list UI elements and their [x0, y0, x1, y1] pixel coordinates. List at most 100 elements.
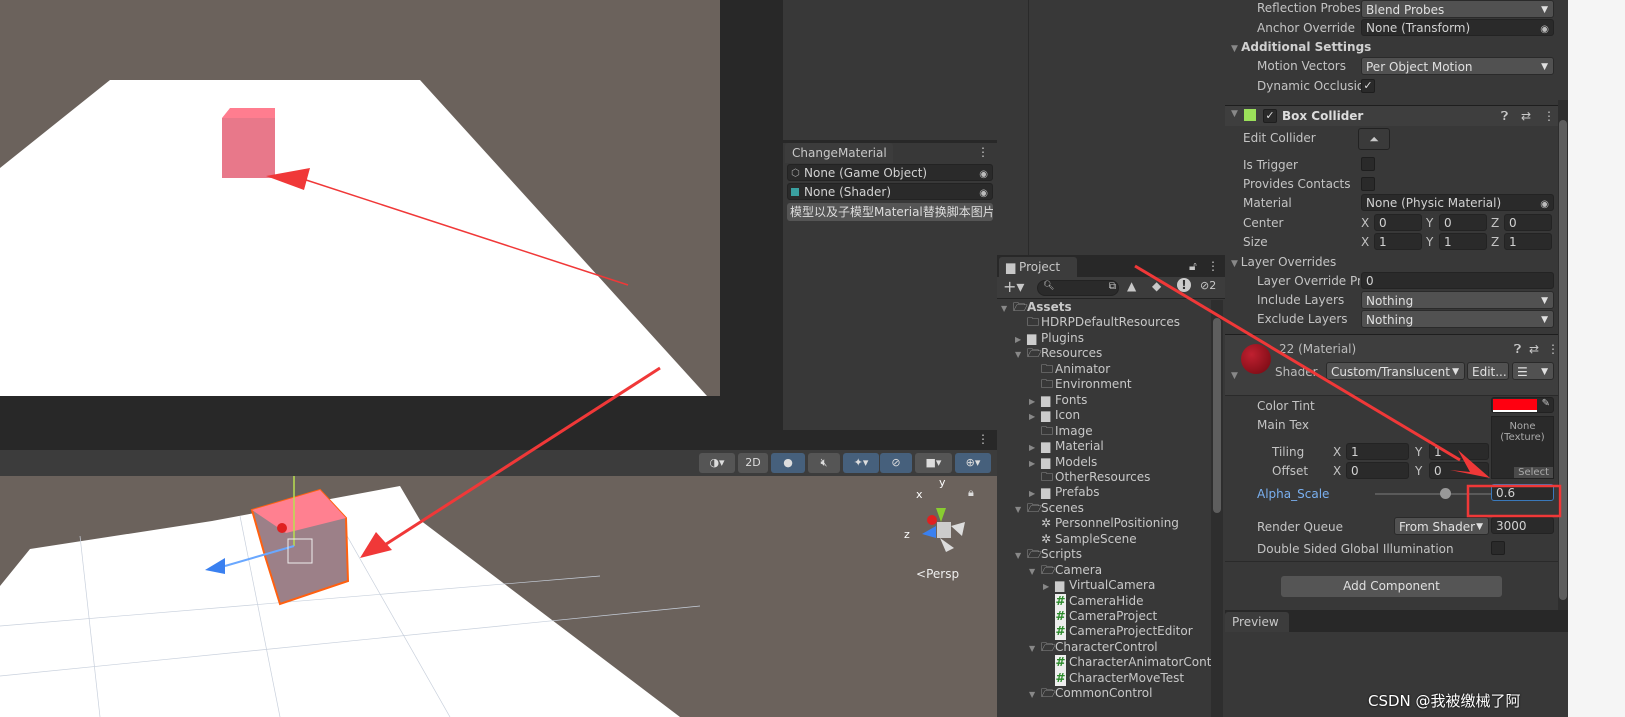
- tree-item[interactable]: 🗀 Animator: [1029, 362, 1110, 378]
- effects-dropdown-icon[interactable]: ✦▾: [843, 453, 879, 473]
- tree-item[interactable]: ▶ ▆ Icon: [1029, 408, 1080, 424]
- foldout-arrow-icon[interactable]: ▼: [1029, 564, 1041, 580]
- help-icon[interactable]: ❓︎: [1514, 342, 1521, 357]
- provides-contacts-checkbox[interactable]: [1361, 177, 1375, 191]
- lighting-toggle-icon[interactable]: ●: [771, 453, 805, 473]
- foldout-arrow-icon[interactable]: ▼: [1029, 687, 1041, 703]
- camera-dropdown-icon[interactable]: ■▾: [915, 453, 952, 473]
- main-tex-slot[interactable]: None (Texture) Select: [1491, 416, 1554, 479]
- warning-icon[interactable]: !: [1177, 278, 1191, 292]
- tree-item[interactable]: ▼ 🗁Assets: [1001, 300, 1072, 316]
- tiling-y-field[interactable]: 1: [1429, 443, 1489, 460]
- add-component-button[interactable]: Add Component: [1281, 576, 1502, 597]
- tree-item[interactable]: ▶ ▆ Models: [1029, 455, 1097, 471]
- more-menu-icon[interactable]: ⋮: [1543, 109, 1555, 123]
- presets-icon[interactable]: ⇄: [1529, 342, 1539, 356]
- dynamic-occlusion-checkbox[interactable]: ✓: [1361, 79, 1375, 93]
- foldout-arrow-icon[interactable]: ▼: [1015, 548, 1027, 564]
- label-filter-icon[interactable]: ◆: [1152, 279, 1161, 293]
- foldout-arrow-icon[interactable]: ▼: [1231, 371, 1238, 381]
- foldout-arrow-icon[interactable]: ▼: [1015, 502, 1027, 518]
- create-button[interactable]: +▾: [1003, 277, 1024, 296]
- tab-project[interactable]: ▆ Project: [999, 257, 1077, 277]
- tree-item[interactable]: ▶ ▆ VirtualCamera: [1043, 578, 1155, 594]
- tree-item[interactable]: ▼ 🗁Camera: [1029, 563, 1102, 579]
- tree-item[interactable]: 🗀 HDRPDefaultResources: [1015, 315, 1180, 331]
- tree-item[interactable]: 🗀 OtherResources: [1029, 470, 1150, 486]
- tree-item[interactable]: ▼ 🗁Scenes: [1015, 501, 1084, 517]
- center-z-field[interactable]: 0: [1504, 214, 1552, 231]
- shader-dropdown[interactable]: Custom/Translucent ▼: [1326, 362, 1465, 380]
- box-collider-enabled-checkbox[interactable]: ✓: [1263, 109, 1277, 123]
- foldout-arrow-icon[interactable]: ▼: [1231, 109, 1238, 119]
- game-view[interactable]: [0, 0, 720, 396]
- foldout-arrow-icon[interactable]: ▶: [1015, 332, 1027, 348]
- alpha-scale-field[interactable]: 0.6: [1491, 484, 1554, 501]
- audio-toggle-icon[interactable]: 🔇︎: [808, 453, 840, 473]
- render-queue-dropdown[interactable]: From Shader ▼: [1394, 517, 1489, 535]
- material-options-dropdown[interactable]: ☰ ▼: [1512, 362, 1554, 380]
- 2d-toggle[interactable]: 2D: [738, 453, 768, 473]
- presets-icon[interactable]: ⇄: [1521, 109, 1531, 123]
- filter-type-icon[interactable]: ▲: [1127, 279, 1136, 293]
- tree-item[interactable]: ▼ 🗁Resources: [1015, 346, 1102, 362]
- tab-change-material[interactable]: ChangeMaterial: [785, 143, 893, 163]
- tree-item[interactable]: ▼ 🗁CommonControl: [1029, 686, 1152, 702]
- tree-item[interactable]: ▶ ▆ Plugins: [1015, 331, 1084, 347]
- size-z-field[interactable]: 1: [1504, 233, 1552, 250]
- tiling-x-field[interactable]: 1: [1346, 443, 1409, 460]
- foldout-arrow-icon[interactable]: ▶: [1029, 440, 1041, 456]
- foldout-arrow-icon[interactable]: ▶: [1029, 456, 1041, 472]
- tree-item[interactable]: ▶ ▆ Material: [1029, 439, 1104, 455]
- material-header[interactable]: ▼ 22 (Material) ❓︎ ⇄ ⋮ Shader Custom/Tra…: [1225, 334, 1568, 396]
- tree-item[interactable]: 🗀 Environment: [1029, 377, 1132, 393]
- foldout-arrow-icon[interactable]: ▶: [1029, 486, 1041, 502]
- size-y-field[interactable]: 1: [1439, 233, 1487, 250]
- tree-item[interactable]: # CharacterAnimatorContor: [1043, 655, 1211, 671]
- layer-overrides-foldout[interactable]: ▼ Layer Overrides: [1231, 255, 1336, 269]
- tree-item[interactable]: 🗀 Image: [1029, 424, 1093, 440]
- change-material-button[interactable]: 模型以及子模型Material替换脚本图片: [787, 203, 993, 221]
- object-picker-icon[interactable]: ◉: [979, 166, 988, 180]
- search-input[interactable]: 🔍︎ ⧉: [1037, 280, 1119, 296]
- object-picker-icon[interactable]: ◉: [979, 185, 988, 199]
- tree-item[interactable]: ✲ PersonnelPositioning: [1029, 516, 1179, 532]
- tree-item[interactable]: # CharacterMoveTest: [1043, 670, 1184, 687]
- draw-mode-dropdown[interactable]: ◑▾: [699, 453, 735, 473]
- color-tint-field[interactable]: ✎: [1491, 397, 1554, 413]
- double-sided-gi-checkbox[interactable]: [1491, 541, 1505, 555]
- tree-item[interactable]: ✲ SampleScene: [1029, 532, 1137, 548]
- physic-material-field[interactable]: None (Physic Material) ◉: [1361, 194, 1554, 211]
- tab-preview[interactable]: Preview: [1225, 612, 1289, 632]
- persp-label[interactable]: <Persp: [916, 567, 959, 581]
- reflection-probes-dropdown[interactable]: Blend Probes ▼: [1361, 0, 1554, 18]
- tree-item[interactable]: # CameraProjectEditor: [1043, 624, 1193, 640]
- search-by-type-icon[interactable]: ⧉: [1109, 281, 1116, 292]
- tree-item[interactable]: ▶ ▆ Prefabs: [1029, 485, 1100, 501]
- offset-x-field[interactable]: 0: [1346, 462, 1409, 479]
- foldout-arrow-icon[interactable]: ▶: [1043, 579, 1055, 595]
- tree-item[interactable]: # CameraHide: [1043, 593, 1143, 610]
- eyedropper-icon[interactable]: ✎: [1542, 398, 1550, 409]
- tree-item[interactable]: ▶ ▆ Fonts: [1029, 393, 1087, 409]
- lock-icon[interactable]: 🔓︎: [1189, 259, 1197, 274]
- select-texture-button[interactable]: Select: [1514, 467, 1553, 478]
- edit-collider-button[interactable]: ⏶: [1358, 128, 1390, 150]
- scrollbar[interactable]: [1211, 300, 1223, 717]
- box-collider-header[interactable]: ▼ ✓ Box Collider ❓︎ ⇄ ⋮: [1225, 105, 1568, 126]
- alpha-scale-slider[interactable]: [1375, 488, 1491, 499]
- is-trigger-checkbox[interactable]: [1361, 157, 1375, 171]
- game-object-field[interactable]: ⬡ None (Game Object) ◉: [787, 164, 993, 181]
- additional-settings-foldout[interactable]: ▼ Additional Settings: [1231, 40, 1371, 54]
- foldout-arrow-icon[interactable]: ▼: [1029, 641, 1041, 657]
- motion-vectors-dropdown[interactable]: Per Object Motion ▼: [1361, 57, 1554, 75]
- foldout-arrow-icon[interactable]: ▶: [1029, 394, 1041, 410]
- tree-item[interactable]: # CameraProject: [1043, 609, 1157, 625]
- scene-view[interactable]: y x z 🔒︎ <Persp: [0, 476, 997, 717]
- layer-override-priority-field[interactable]: 0: [1361, 272, 1554, 289]
- more-menu-icon[interactable]: ⋮: [1207, 259, 1219, 273]
- center-x-field[interactable]: 0: [1374, 214, 1422, 231]
- size-x-field[interactable]: 1: [1374, 233, 1422, 250]
- lock-icon[interactable]: 🔒︎: [968, 486, 974, 500]
- foldout-arrow-icon[interactable]: ▶: [1029, 409, 1041, 425]
